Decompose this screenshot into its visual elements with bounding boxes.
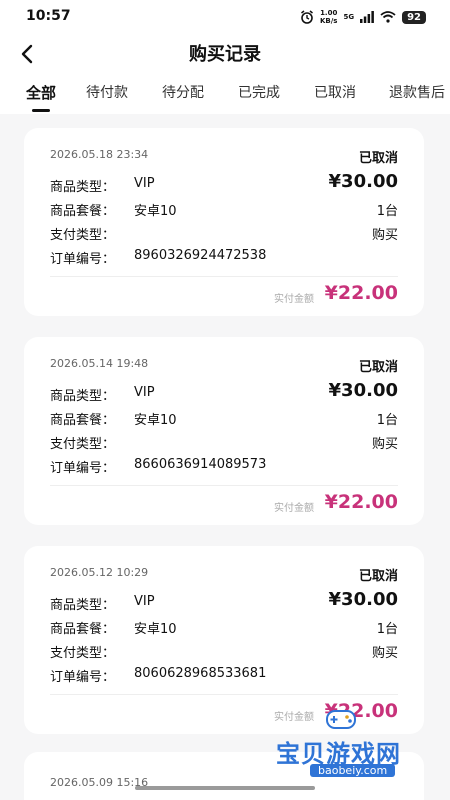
paid-amount: ¥22.00 xyxy=(324,282,398,304)
package-label: 商品套餐： xyxy=(50,413,116,428)
watermark-logo: 宝贝游戏网 baobeiy.com xyxy=(270,704,430,786)
divider xyxy=(50,694,398,695)
signal-type: 5G xyxy=(343,13,355,21)
network-speed-value: 1.00 xyxy=(320,9,338,17)
quantity: 1台 xyxy=(376,204,398,219)
order-number-row: 订单编号： 8660636914089573 xyxy=(50,455,398,479)
package-row: 商品套餐： 安卓10 1台 xyxy=(50,407,398,431)
gamepad-icon xyxy=(326,710,356,729)
order-number-label: 订单编号： xyxy=(50,670,116,685)
order-date: 2026.05.12 10:29 xyxy=(50,566,149,579)
tab-all[interactable]: 全部 xyxy=(26,82,56,103)
product-type-value: VIP xyxy=(134,594,155,609)
payment-type-value: 购买 xyxy=(371,437,398,452)
order-status: 已取消 xyxy=(358,151,398,166)
wifi-icon xyxy=(380,11,396,23)
status-icons: 1.00 KB/s 5G 92 xyxy=(300,9,426,25)
product-type-row: 商品类型： VIP ¥30.00 xyxy=(50,171,398,198)
order-number-label: 订单编号： xyxy=(50,461,116,476)
order-number: 8960326924472538 xyxy=(134,248,267,263)
package-row: 商品套餐： 安卓10 1台 xyxy=(50,616,398,640)
order-number: 8660636914089573 xyxy=(134,457,267,472)
tab-pending-allocation[interactable]: 待分配 xyxy=(162,82,204,102)
product-price: ¥30.00 xyxy=(328,589,398,610)
product-price: ¥30.00 xyxy=(328,380,398,401)
navigation-bar: 购买记录 xyxy=(0,36,450,76)
payment-type-label: 支付类型： xyxy=(50,228,116,243)
product-type-row: 商品类型： VIP ¥30.00 xyxy=(50,380,398,407)
payment-type-label: 支付类型： xyxy=(50,437,116,452)
battery-indicator: 92 xyxy=(402,10,426,24)
order-date: 2026.05.18 23:34 xyxy=(50,148,149,161)
product-type-value: VIP xyxy=(134,176,155,191)
order-number-label: 订单编号： xyxy=(50,252,116,267)
watermark-url: baobeiy.com xyxy=(310,764,396,777)
order-card[interactable]: 2026.05.18 23:34 已取消 商品类型： VIP ¥30.00 商品… xyxy=(24,128,424,316)
product-type-value: VIP xyxy=(134,385,155,400)
product-type-label: 商品类型： xyxy=(50,389,116,404)
quantity: 1台 xyxy=(376,622,398,637)
home-indicator[interactable] xyxy=(135,786,315,790)
tab-refund-after-sales[interactable]: 退款售后 xyxy=(389,82,445,102)
order-number-row: 订单编号： 8960326924472538 xyxy=(50,246,398,270)
paid-amount-label: 实付金额 xyxy=(274,503,314,514)
paid-amount: ¥22.00 xyxy=(324,491,398,513)
product-price: ¥30.00 xyxy=(328,171,398,192)
page-title: 购买记录 xyxy=(189,44,261,65)
order-status: 已取消 xyxy=(358,569,398,584)
payment-type-label: 支付类型： xyxy=(50,646,116,661)
network-speed-unit: KB/s xyxy=(319,17,338,25)
order-status: 已取消 xyxy=(358,360,398,375)
paid-amount-label: 实付金额 xyxy=(274,294,314,305)
order-date: 2026.05.09 15:16 xyxy=(50,776,149,789)
network-speed: 1.00 KB/s xyxy=(320,9,337,25)
order-number: 8060628968533681 xyxy=(134,666,267,681)
status-bar: 10:57 1.00 KB/s 5G 92 xyxy=(0,0,450,36)
divider xyxy=(50,276,398,277)
quantity: 1台 xyxy=(376,413,398,428)
active-tab-indicator xyxy=(32,109,50,112)
tab-pending-payment[interactable]: 待付款 xyxy=(86,82,128,102)
package-row: 商品套餐： 安卓10 1台 xyxy=(50,198,398,222)
payment-type-row: 支付类型： 购买 xyxy=(50,222,398,246)
payment-type-value: 购买 xyxy=(371,228,398,243)
order-card[interactable]: 2026.05.14 19:48 已取消 商品类型： VIP ¥30.00 商品… xyxy=(24,337,424,525)
order-date: 2026.05.14 19:48 xyxy=(50,357,149,370)
payment-type-row: 支付类型： 购买 xyxy=(50,431,398,455)
product-type-label: 商品类型： xyxy=(50,180,116,195)
package-value: 安卓10 xyxy=(134,204,177,219)
package-label: 商品套餐： xyxy=(50,622,116,637)
product-type-row: 商品类型： VIP ¥30.00 xyxy=(50,589,398,616)
status-time: 10:57 xyxy=(26,8,71,24)
package-value: 安卓10 xyxy=(134,622,177,637)
product-type-label: 商品类型： xyxy=(50,598,116,613)
signal-icon xyxy=(360,11,374,23)
payment-type-row: 支付类型： 购买 xyxy=(50,640,398,664)
package-value: 安卓10 xyxy=(134,413,177,428)
tab-completed[interactable]: 已完成 xyxy=(238,82,280,102)
alarm-icon xyxy=(301,10,313,24)
package-label: 商品套餐： xyxy=(50,204,116,219)
tab-cancelled[interactable]: 已取消 xyxy=(314,82,356,102)
order-number-row: 订单编号： 8060628968533681 xyxy=(50,664,398,688)
payment-type-value: 购买 xyxy=(371,646,398,661)
order-tabs: 全部 待付款 待分配 已完成 已取消 退款售后 xyxy=(0,76,450,114)
divider xyxy=(50,485,398,486)
